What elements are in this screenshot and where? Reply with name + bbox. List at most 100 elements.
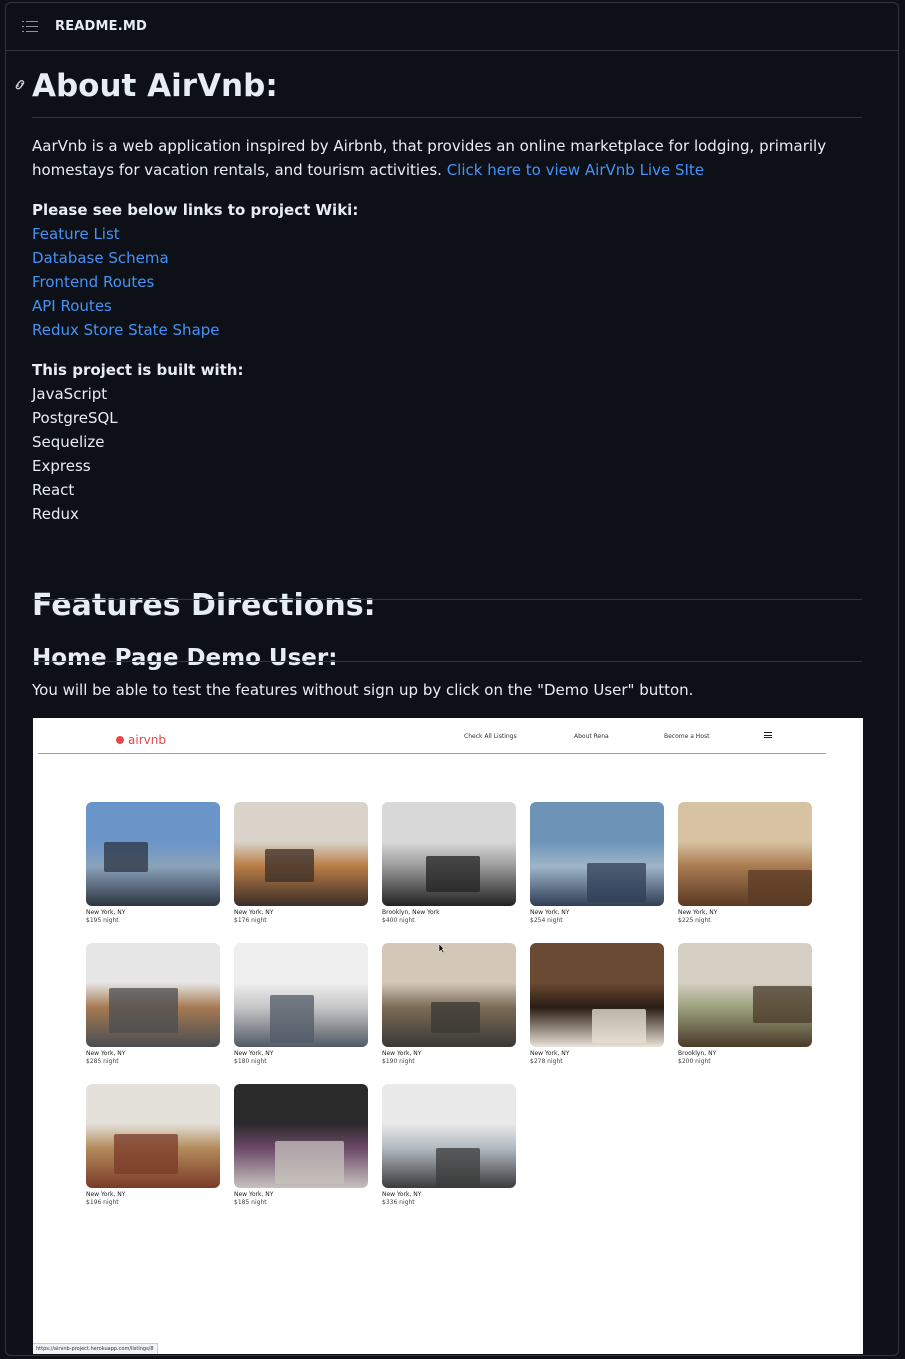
listing-card[interactable]: New York, NY $254 night [530,802,664,925]
listing-city: New York, NY [234,1191,274,1198]
photo-detail [748,870,812,906]
listing-photo[interactable] [382,1084,516,1188]
photo-detail [109,988,178,1033]
readme-title: README.MD [55,19,148,34]
tech-item: React [32,481,75,499]
listing-card[interactable]: New York, NY $196 night [86,1084,220,1207]
airvnb-navbar: airvnb Check All Listings About Rena Bec… [33,718,863,754]
photo-detail [436,1148,480,1188]
listing-photo[interactable] [86,1084,220,1188]
listing-photo[interactable] [234,1084,368,1188]
tech-list: JavaScript PostgreSQL Sequelize Express … [32,382,862,526]
photo-detail [104,842,148,872]
listing-photo[interactable] [530,802,664,906]
photo-detail [114,1134,178,1174]
tech-item: PostgreSQL [32,409,118,427]
listing-photo[interactable] [86,943,220,1047]
logo-icon [116,736,124,744]
listing-price: $190 night [382,1058,415,1065]
listing-card[interactable]: New York, NY $180 night [234,943,368,1066]
tech-item: Express [32,457,91,475]
redux-store-link[interactable]: Redux Store State Shape [32,321,220,339]
demo-text: You will be able to test the features wi… [32,681,694,699]
photo-detail [275,1141,344,1184]
listing-card[interactable]: New York, NY $278 night [530,943,664,1066]
listing-city: New York, NY [86,909,126,916]
listing-price: $336 night [382,1199,415,1206]
listing-price: $200 night [678,1058,711,1065]
listing-card[interactable]: Brooklyn, New York $400 night [382,802,516,925]
database-schema-link[interactable]: Database Schema [32,249,169,267]
listing-city: Brooklyn, New York [382,909,440,916]
listing-card[interactable]: New York, NY $195 night [86,802,220,925]
intro-paragraph: AarVnb is a web application inspired by … [32,134,862,182]
photo-detail [587,863,646,902]
logo-text: airvnb [128,733,166,747]
listing-price: $180 night [234,1058,267,1065]
nav-check-listings[interactable]: Check All Listings [464,733,517,740]
feature-list-link[interactable]: Feature List [32,225,120,243]
listing-city: New York, NY [678,909,718,916]
heading-rule [32,599,862,600]
listing-photo[interactable] [234,943,368,1047]
nav-about[interactable]: About Rena [574,733,609,740]
api-routes-link[interactable]: API Routes [32,297,112,315]
listing-photo[interactable] [678,943,812,1047]
features-heading: Features Directions: [32,588,376,623]
tech-item: Redux [32,505,79,523]
wiki-links: Feature List Database Schema Frontend Ro… [32,222,862,342]
listing-photo[interactable] [86,802,220,906]
listing-price: $176 night [234,917,267,924]
heading-rule [32,117,862,118]
listing-photo[interactable] [234,802,368,906]
listing-price: $400 night [382,917,415,924]
listing-photo[interactable] [530,943,664,1047]
list-icon[interactable] [22,20,38,34]
listing-city: New York, NY [530,1050,570,1057]
heading-rule [32,661,862,662]
listing-city: Brooklyn, NY [678,1050,717,1057]
listing-city: New York, NY [234,1050,274,1057]
tech-item: JavaScript [32,385,108,403]
listing-card[interactable]: New York, NY $336 night [382,1084,516,1207]
listing-price: $285 night [86,1058,119,1065]
readme-header: README.MD [6,3,898,51]
nav-become-host[interactable]: Become a Host [664,733,709,740]
listing-card[interactable]: New York, NY $185 night [234,1084,368,1207]
about-heading-text: About AirVnb: [32,68,278,104]
intro-text: AarVnb is a web application inspired by … [32,137,827,179]
listing-city: New York, NY [86,1191,126,1198]
listing-city: New York, NY [234,909,274,916]
menu-icon[interactable] [764,732,772,738]
listing-card[interactable]: New York, NY $190 night [382,943,516,1066]
frontend-routes-link[interactable]: Frontend Routes [32,273,154,291]
listing-price: $196 night [86,1199,119,1206]
listing-city: New York, NY [382,1191,422,1198]
tech-item: Sequelize [32,433,105,451]
listing-card[interactable]: New York, NY $176 night [234,802,368,925]
demo-screenshot: airvnb Check All Listings About Rena Bec… [33,718,863,1354]
wiki-heading: Please see below links to project Wiki: [32,201,359,219]
built-heading: This project is built with: [32,361,244,379]
listing-price: $254 night [530,917,563,924]
listing-price: $195 night [86,917,119,924]
photo-detail [265,849,314,882]
listing-price: $225 night [678,917,711,924]
listing-photo[interactable] [382,802,516,906]
listing-card[interactable]: Brooklyn, NY $200 night [678,943,812,1066]
listing-card[interactable]: New York, NY $285 night [86,943,220,1066]
photo-detail [753,986,812,1023]
live-site-link[interactable]: Click here to view AirVnb Live SIte [447,161,704,179]
photo-detail [592,1009,646,1043]
listing-card[interactable]: New York, NY $225 night [678,802,812,925]
about-heading: About AirVnb: [15,68,862,104]
link-icon[interactable] [13,78,27,92]
listing-photo[interactable] [678,802,812,906]
photo-detail [426,856,480,892]
listing-city: New York, NY [86,1050,126,1057]
listing-photo[interactable] [382,943,516,1047]
readme-content: About AirVnb: AarVnb is a web applicatio… [15,48,862,699]
listing-price: $185 night [234,1199,267,1206]
airvnb-logo[interactable]: airvnb [116,733,166,747]
cursor-icon [438,944,444,954]
